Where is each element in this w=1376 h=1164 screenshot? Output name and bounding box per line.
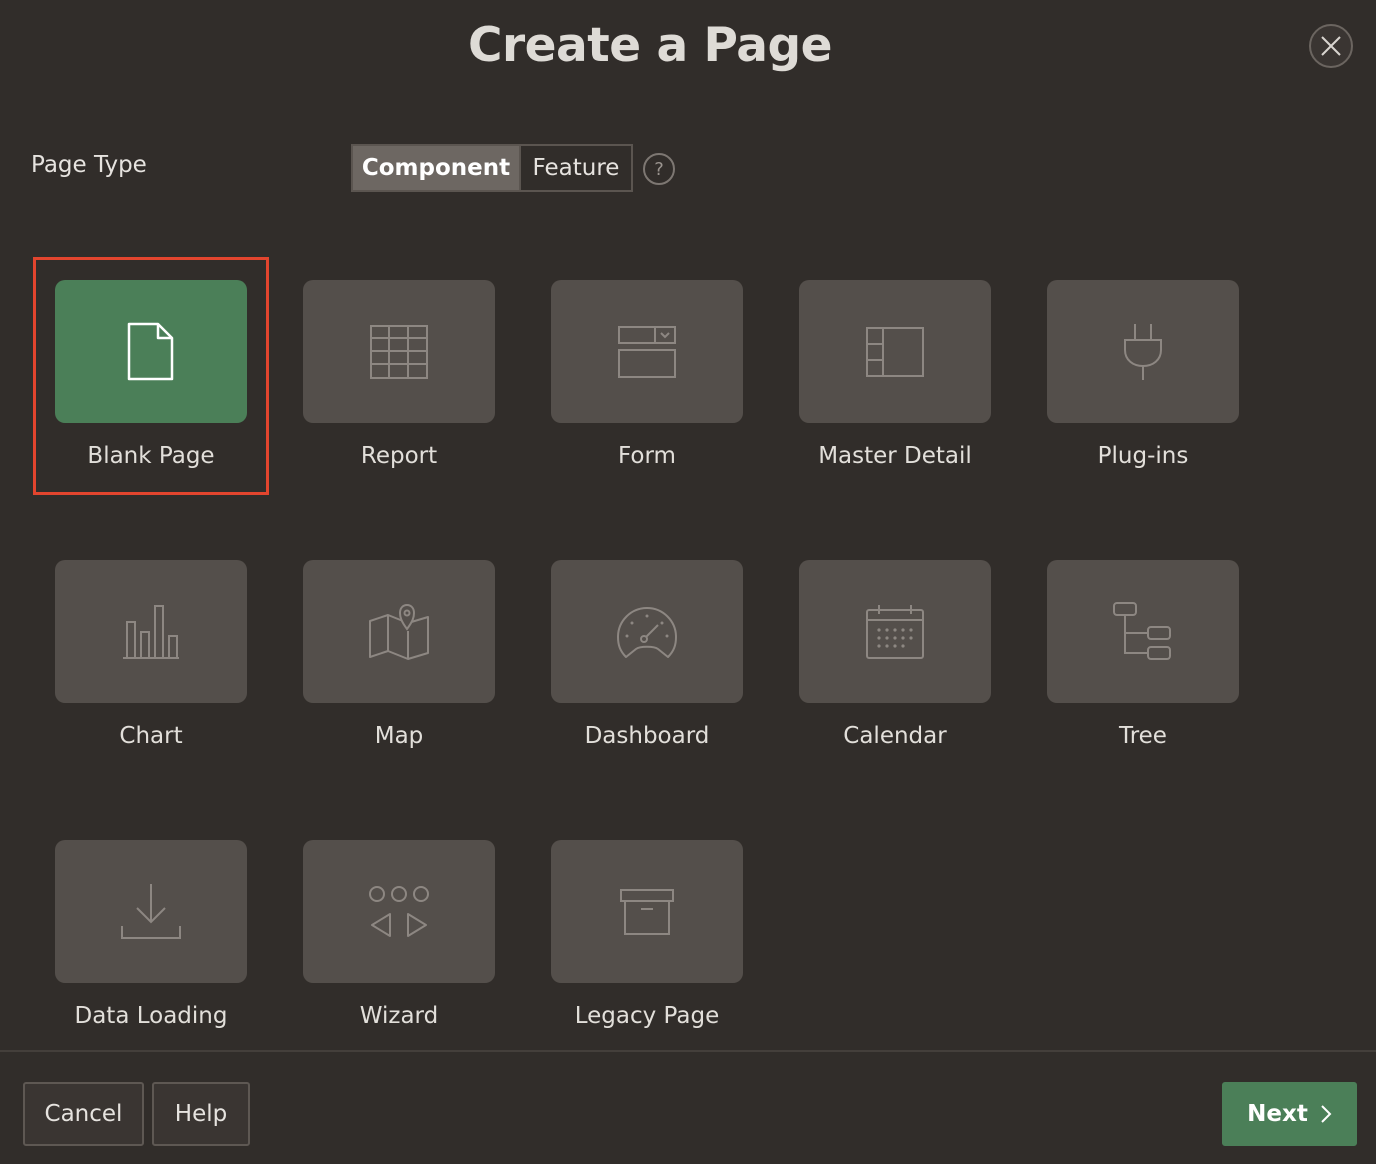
question-mark-icon: ? [654,158,664,180]
tile-label: Chart [119,723,183,749]
next-button-label: Next [1247,1101,1308,1127]
tile-plug-ins[interactable]: Plug-ins [1047,280,1239,469]
footer-divider [0,1050,1376,1052]
master-detail-icon [865,326,925,378]
gauge-icon [616,605,678,659]
tile-label: Legacy Page [574,1003,720,1029]
tile-data-loading[interactable]: Data Loading [55,840,247,1029]
tile-dashboard[interactable]: Dashboard [551,560,743,749]
page-type-help-button[interactable]: ? [643,153,675,185]
chevron-right-icon [1320,1104,1332,1124]
bar-chart-icon [121,602,181,662]
form-icon [617,324,677,380]
tile-label: Calendar [843,723,947,749]
page-type-toggle: Component Feature [351,144,633,192]
archive-box-icon [619,886,675,938]
calendar-icon [865,604,925,660]
tile-tree[interactable]: Tree [1047,560,1239,749]
tile-master-detail[interactable]: Master Detail [799,280,991,469]
tile-label: Data Loading [74,1003,228,1029]
page-type-label: Page Type [31,152,147,178]
tile-map[interactable]: Map [303,560,495,749]
tile-label: Report [360,443,438,469]
dialog-title: Create a Page [468,18,832,73]
plug-icon [1121,322,1165,382]
tile-label: Master Detail [818,443,972,469]
tile-label: Plug-ins [1097,443,1189,469]
tile-wizard[interactable]: Wizard [303,840,495,1029]
selected-tile-highlight [33,257,269,495]
tile-label: Wizard [359,1003,439,1029]
tile-label: Map [374,723,424,749]
tile-legacy-page[interactable]: Legacy Page [551,840,743,1029]
tile-label: Dashboard [584,723,710,749]
next-button[interactable]: Next [1222,1082,1357,1146]
page-type-feature-option[interactable]: Feature [519,146,631,190]
create-page-dialog: Create a Page Page Type Component Featur… [0,0,1376,1164]
page-type-component-option[interactable]: Component [353,146,519,190]
cancel-button-label: Cancel [44,1101,123,1127]
tile-report[interactable]: Report [303,280,495,469]
tile-label: Form [618,443,676,469]
report-grid-icon [369,324,429,380]
close-icon [1320,35,1342,57]
help-button-label: Help [174,1101,228,1127]
help-button[interactable]: Help [152,1082,250,1146]
map-icon [368,603,430,661]
cancel-button[interactable]: Cancel [23,1082,144,1146]
wizard-icon [368,884,430,940]
download-icon [120,882,182,942]
tree-icon [1112,601,1174,663]
close-button[interactable] [1309,24,1353,68]
tile-calendar[interactable]: Calendar [799,560,991,749]
tile-label: Tree [1119,723,1167,749]
tile-chart[interactable]: Chart [55,560,247,749]
tile-form[interactable]: Form [551,280,743,469]
